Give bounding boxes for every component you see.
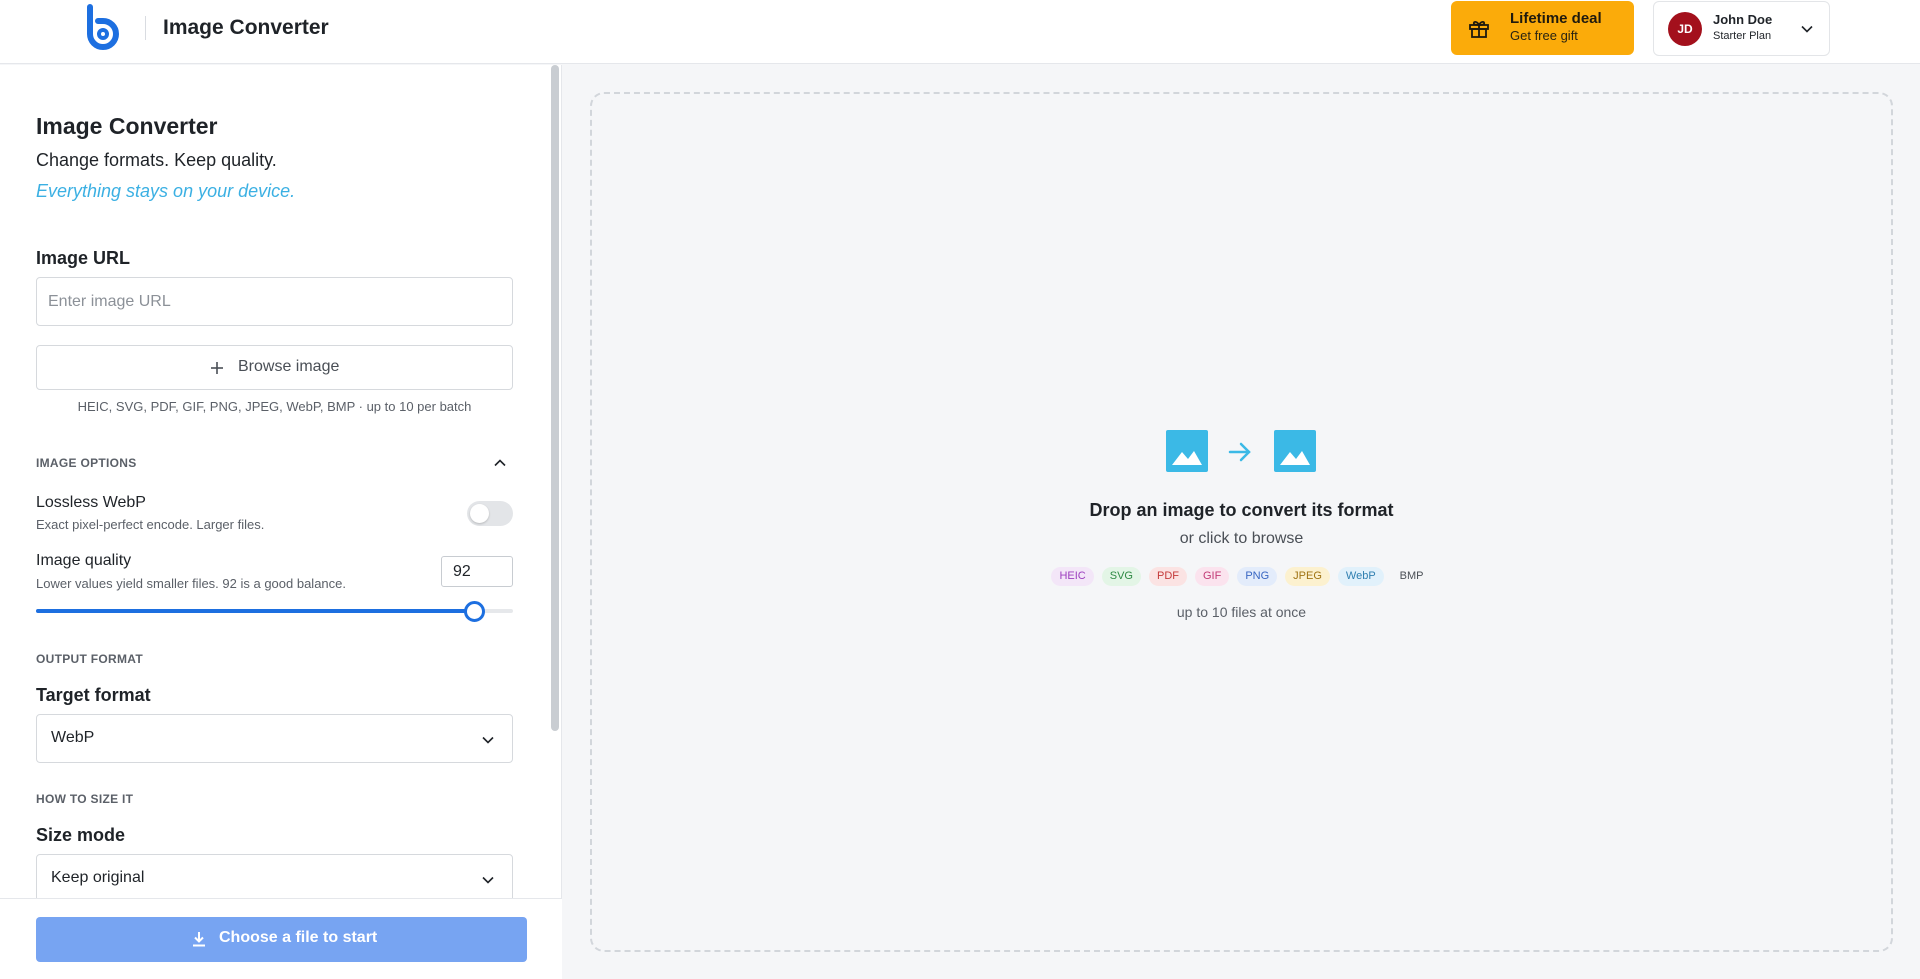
gift-icon xyxy=(1469,20,1489,38)
format-chip-png: PNG xyxy=(1237,567,1278,586)
deal-title: Lifetime deal xyxy=(1510,10,1602,27)
format-chip-heic: HEIC xyxy=(1051,567,1094,586)
format-chip-pdf: PDF xyxy=(1148,567,1187,586)
target-format-value: WebP xyxy=(51,729,95,746)
header-divider xyxy=(145,16,146,40)
image-dropzone[interactable] xyxy=(590,92,1893,952)
browse-image-button[interactable]: Browse image xyxy=(36,345,513,390)
image-quality-description: Lower values yield smaller files. 92 is … xyxy=(36,576,347,591)
download-icon xyxy=(193,932,205,947)
top-header: Image Converter Lifetime deal Get free g… xyxy=(0,0,1920,64)
app-title: Image Converter xyxy=(163,16,329,39)
choose-file-label: Choose a file to start xyxy=(219,929,378,946)
dropzone-title: Drop an image to convert its format xyxy=(1089,500,1394,520)
image-quality-input[interactable]: 92 xyxy=(441,556,513,587)
format-chip-gif: GIF xyxy=(1194,567,1230,586)
user-plan: Starter Plan xyxy=(1713,30,1772,42)
image-options-caption: IMAGE OPTIONS xyxy=(36,456,137,470)
output-format-caption: OUTPUT FORMAT xyxy=(36,652,143,666)
target-format-label: Target format xyxy=(36,685,151,705)
plus-icon xyxy=(211,362,223,374)
sizing-caption: HOW TO SIZE IT xyxy=(36,792,134,806)
dropzone-footer: up to 10 files at once xyxy=(1176,604,1307,620)
sidebar-title: Image Converter xyxy=(36,113,218,139)
supported-formats-note: HEIC, SVG, PDF, GIF, PNG, JPEG, WebP, BM… xyxy=(77,399,472,414)
privacy-note: Everything stays on your device. xyxy=(36,181,296,201)
slider-fill xyxy=(36,609,475,613)
arrow-right-icon xyxy=(1228,442,1251,462)
size-mode-select[interactable]: Keep original xyxy=(36,854,513,903)
size-mode-label: Size mode xyxy=(36,825,126,845)
image-quality-slider[interactable] xyxy=(36,609,513,613)
target-image-icon xyxy=(1274,430,1316,472)
sidebar-scrollbar[interactable] xyxy=(551,65,559,731)
image-url-label: Image URL xyxy=(36,248,131,268)
size-mode-value: Keep original xyxy=(51,869,145,886)
format-chip-svg: SVG xyxy=(1101,567,1141,586)
lossless-webp-label: Lossless WebP xyxy=(36,494,146,511)
toggle-knob xyxy=(470,504,489,523)
image-quality-label: Image quality xyxy=(36,552,132,569)
avatar: JD xyxy=(1668,12,1702,46)
chevron-down-icon xyxy=(482,736,494,744)
format-chips: HEIC SVG PDF GIF PNG JPEG WebP BMP xyxy=(590,567,1893,586)
chevron-down-icon xyxy=(1801,25,1813,33)
browse-image-label: Browse image xyxy=(238,358,340,375)
user-menu-button[interactable]: JD John Doe Starter Plan xyxy=(1653,1,1830,56)
dropzone-subtitle: or click to browse xyxy=(1179,530,1304,547)
deal-subtitle: Get free gift xyxy=(1510,28,1578,43)
chevron-up-icon[interactable] xyxy=(492,455,508,471)
lifetime-deal-button[interactable]: Lifetime deal Get free gift xyxy=(1451,1,1634,55)
sidebar-subtitle: Change formats. Keep quality. xyxy=(36,150,277,170)
format-chip-bmp: BMP xyxy=(1391,567,1432,586)
source-image-icon xyxy=(1166,430,1208,472)
choose-file-button[interactable]: Choose a file to start xyxy=(36,917,527,962)
format-chip-jpeg: JPEG xyxy=(1285,567,1330,586)
lossless-webp-toggle[interactable] xyxy=(467,501,513,526)
target-format-select[interactable]: WebP xyxy=(36,714,513,763)
format-chip-webp: WebP xyxy=(1337,567,1384,586)
lossless-webp-description: Exact pixel-perfect encode. Larger files… xyxy=(36,517,265,532)
brand-logo-icon[interactable] xyxy=(86,4,126,54)
image-url-input[interactable] xyxy=(36,277,513,326)
chevron-down-icon xyxy=(482,876,494,884)
user-name: John Doe xyxy=(1713,12,1773,27)
